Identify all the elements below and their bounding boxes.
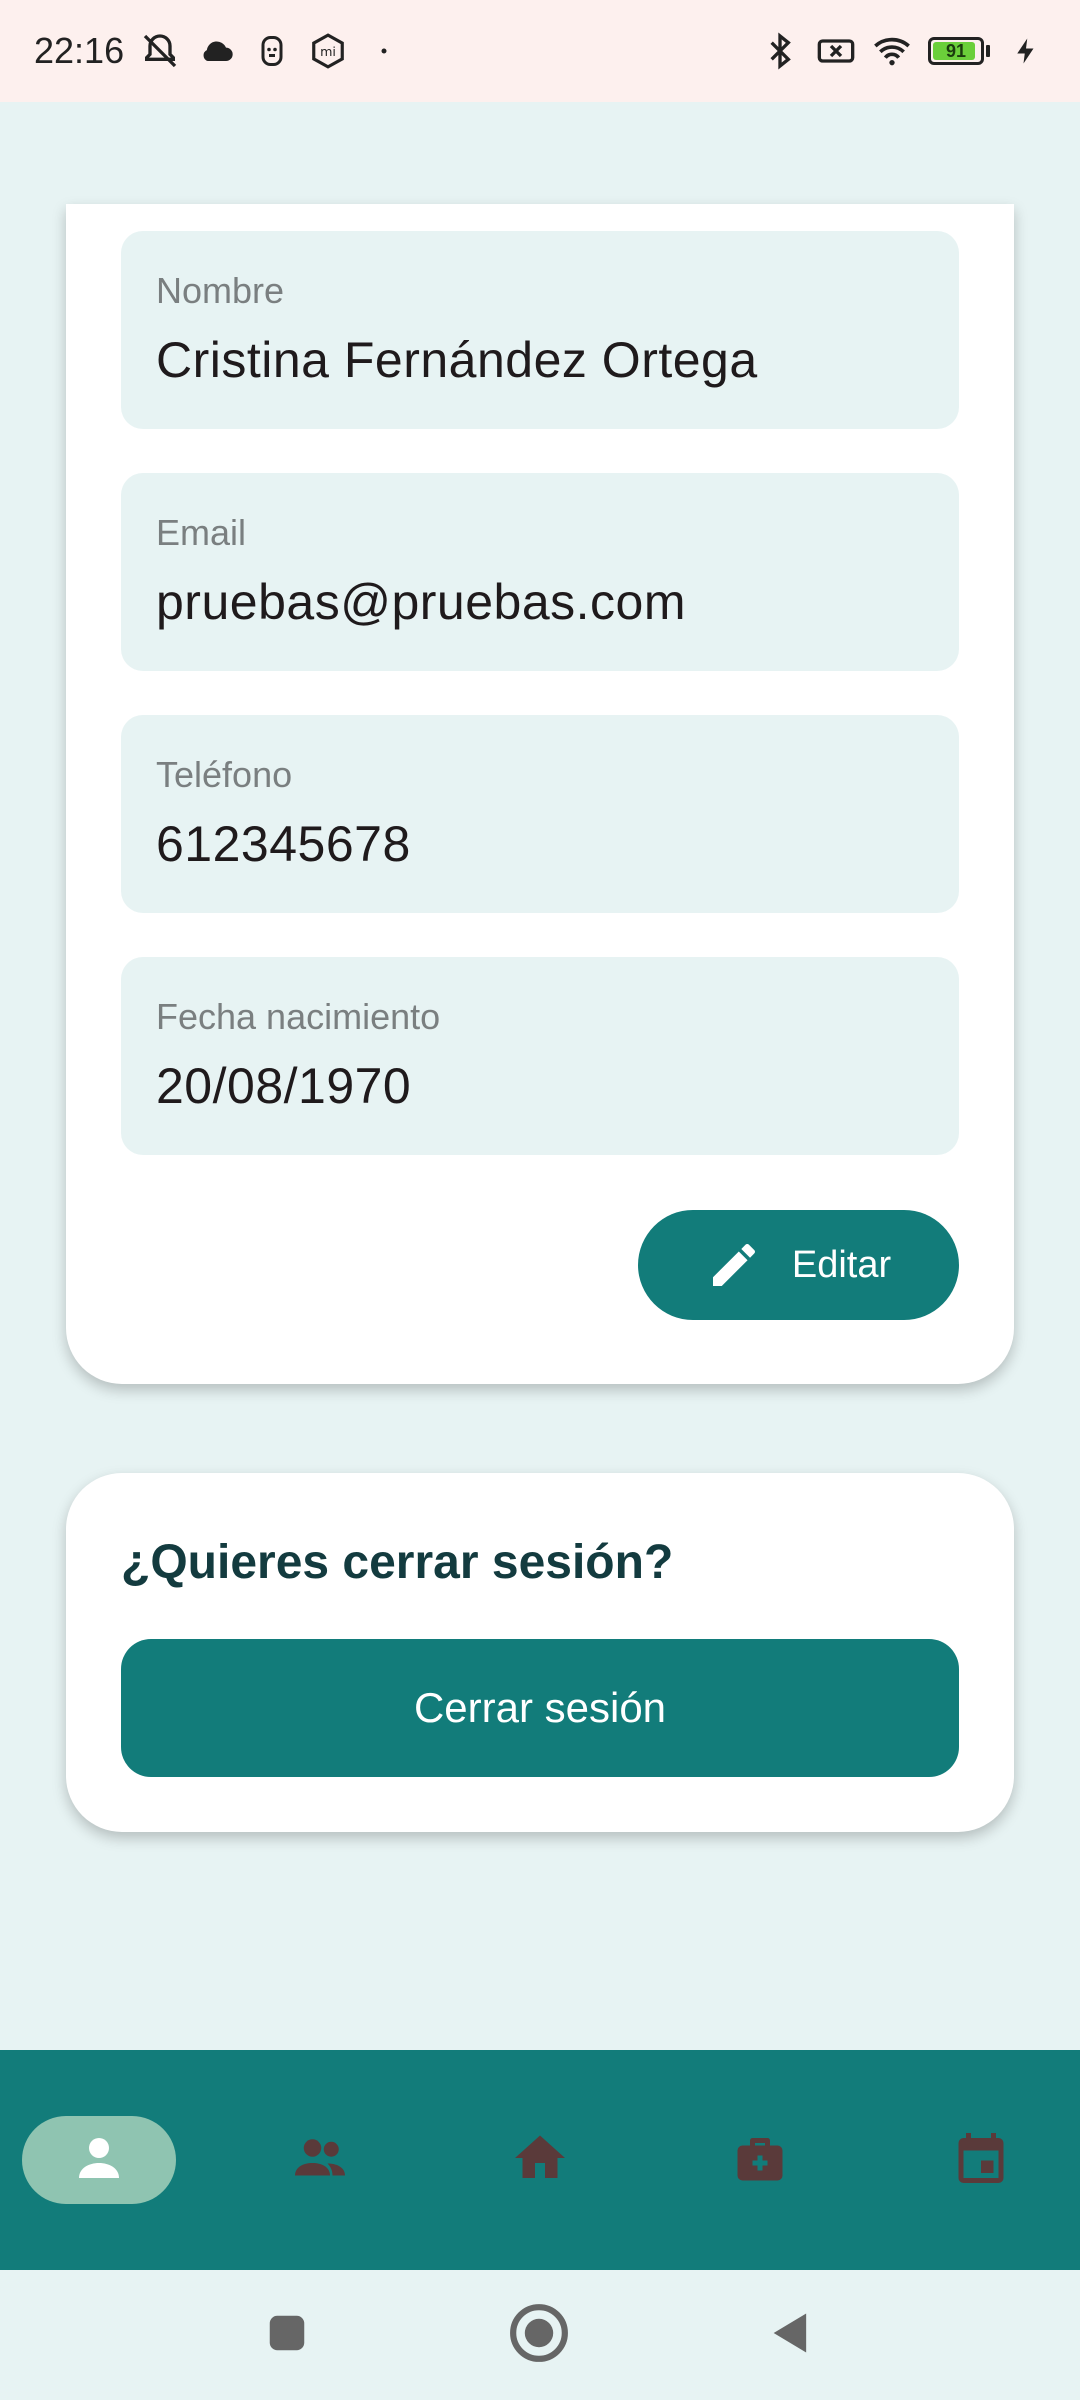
birthdate-label: Fecha nacimiento	[156, 996, 441, 1037]
battery-level: 91	[945, 40, 967, 61]
recents-button[interactable]	[254, 2302, 320, 2368]
back-icon	[765, 2307, 817, 2364]
medical-kit-icon	[730, 2128, 790, 2193]
svg-text:mi: mi	[320, 44, 336, 59]
logout-card: ¿Quieres cerrar sesión? Cerrar sesión	[66, 1473, 1014, 1832]
edit-button-label: Editar	[791, 1243, 892, 1286]
edit-button[interactable]: Editar	[638, 1210, 959, 1320]
charging-icon	[1006, 31, 1046, 71]
name-label: Nombre	[156, 270, 285, 311]
profile-card: Nombre Cristina Fernández Ortega Email p…	[66, 204, 1014, 1384]
no-sim-icon	[816, 31, 856, 71]
recents-icon	[264, 2310, 310, 2361]
status-bar-left: 22:16 mi	[34, 30, 404, 72]
logout-title: ¿Quieres cerrar sesión?	[121, 1536, 674, 1589]
back-button[interactable]	[758, 2302, 824, 2368]
home-icon	[510, 2128, 570, 2193]
logout-button-label: Cerrar sesión	[413, 1684, 667, 1731]
nav-item-home[interactable]	[463, 2116, 617, 2204]
nav-item-medical[interactable]	[683, 2116, 837, 2204]
mute-icon	[140, 31, 180, 71]
home-circle-icon	[508, 2302, 570, 2369]
email-field[interactable]: Email pruebas@pruebas.com	[121, 473, 959, 671]
dot-icon	[364, 31, 404, 71]
battery-cap	[986, 45, 990, 57]
email-label: Email	[156, 512, 247, 553]
battery-body: 91	[928, 37, 984, 65]
bottom-navigation	[0, 2050, 1080, 2270]
status-bar: 22:16 mi 91	[0, 0, 1080, 102]
name-value: Cristina Fernández Ortega	[156, 332, 758, 388]
person-icon	[69, 2128, 129, 2193]
phone-field[interactable]: Teléfono 612345678	[121, 715, 959, 913]
battery-icon: 91	[928, 37, 990, 65]
system-navigation-bar	[0, 2270, 1080, 2400]
home-system-button[interactable]	[506, 2302, 572, 2368]
phone-value: 612345678	[156, 816, 411, 872]
nav-item-profile[interactable]	[22, 2116, 176, 2204]
pencil-icon	[706, 1237, 762, 1293]
bluetooth-icon	[760, 31, 800, 71]
name-field[interactable]: Nombre Cristina Fernández Ortega	[121, 231, 959, 429]
nav-item-contacts[interactable]	[243, 2116, 397, 2204]
status-bar-right: 91	[760, 31, 1046, 71]
status-time: 22:16	[34, 30, 125, 71]
wifi-icon	[872, 31, 912, 71]
logout-button[interactable]: Cerrar sesión	[121, 1639, 959, 1777]
calendar-icon	[951, 2128, 1011, 2193]
cloud-icon	[196, 31, 236, 71]
nav-item-calendar[interactable]	[904, 2116, 1058, 2204]
birthdate-field[interactable]: Fecha nacimiento 20/08/1970	[121, 957, 959, 1155]
group-icon	[290, 2128, 350, 2193]
mi-icon: mi	[308, 31, 348, 71]
birthdate-value: 20/08/1970	[156, 1058, 412, 1114]
email-value: pruebas@pruebas.com	[156, 574, 686, 630]
phone-label: Teléfono	[156, 754, 293, 795]
face-icon	[252, 31, 292, 71]
